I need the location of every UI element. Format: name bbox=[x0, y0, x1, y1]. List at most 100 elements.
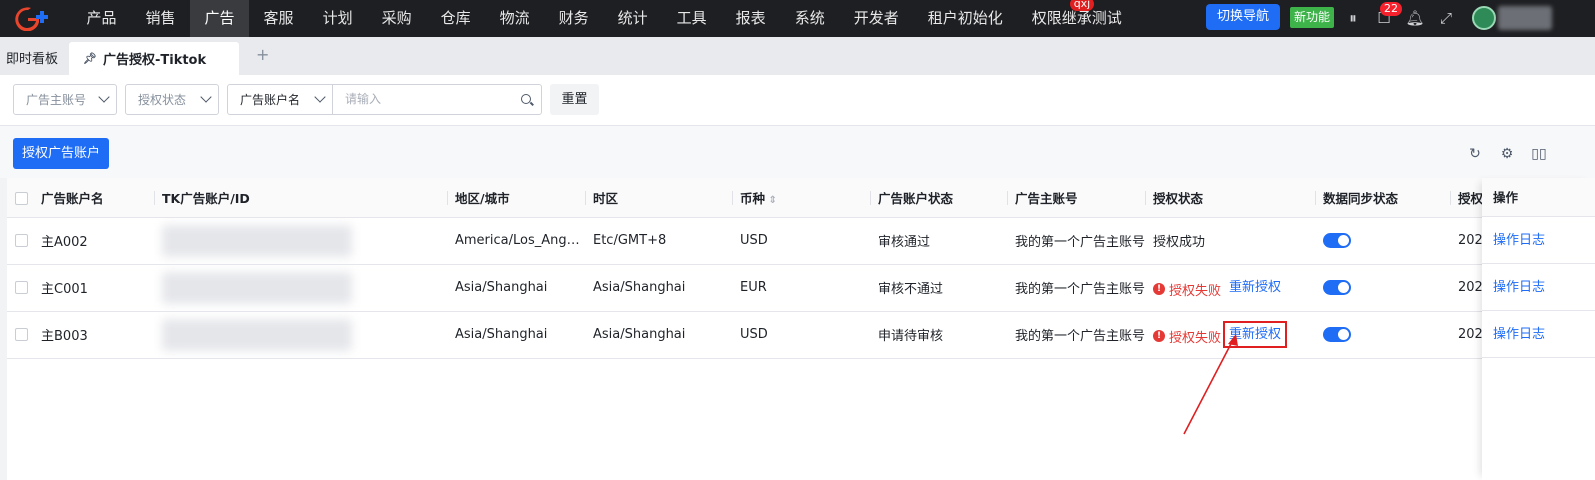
columns-icon[interactable]: ▯▯ bbox=[1530, 145, 1548, 163]
nav-item-label: 开发者 bbox=[853, 9, 899, 27]
operation-log-link[interactable]: 操作日志 bbox=[1493, 280, 1545, 295]
nav-item[interactable]: 权限继承测试 qxj bbox=[1017, 0, 1136, 37]
fullscreen-icon[interactable]: ⤢ bbox=[1436, 8, 1456, 28]
nav-item[interactable]: 开发者 bbox=[839, 0, 913, 37]
data-sync-toggle[interactable] bbox=[1323, 280, 1351, 295]
avatar[interactable] bbox=[1472, 6, 1496, 30]
tab-tiktok-ad-authorization[interactable]: 📌︎ 广告授权-Tiktok bbox=[69, 42, 239, 75]
table-cell bbox=[7, 217, 33, 265]
nav-item[interactable]: 物流 bbox=[485, 0, 544, 37]
sort-icon[interactable]: ⇕ bbox=[765, 195, 776, 206]
brand-logo-icon bbox=[15, 6, 48, 31]
table-cell bbox=[1315, 311, 1450, 359]
tab-dashboard[interactable]: 即时看板 bbox=[6, 48, 58, 67]
table-cell: 主C001 bbox=[33, 264, 154, 312]
row-checkbox[interactable] bbox=[15, 281, 28, 294]
column-separator bbox=[1145, 191, 1146, 205]
nav-item[interactable]: 产品 bbox=[72, 0, 131, 37]
column-separator bbox=[447, 191, 448, 205]
authorize-ad-account-button[interactable]: 授权广告账户 bbox=[13, 138, 109, 169]
nav-item[interactable]: 报表 bbox=[721, 0, 780, 37]
nav-item-label: 工具 bbox=[676, 9, 707, 27]
table-cell: ! 授权失败 重新授权 bbox=[1145, 264, 1315, 312]
column-header-operations: 操作 bbox=[1482, 178, 1595, 217]
add-tab-button[interactable]: + bbox=[256, 45, 269, 64]
column-header-label: 时区 bbox=[593, 190, 619, 206]
select-all-checkbox[interactable] bbox=[15, 191, 28, 205]
region: Asia/Shanghai bbox=[455, 327, 548, 342]
table-cell: 主A002 bbox=[33, 217, 154, 265]
column-header[interactable]: 币种 ⇕ bbox=[732, 178, 870, 218]
table-cell: Etc/GMT+8 bbox=[585, 217, 732, 265]
nav-item-label: 权限继承测试 bbox=[1031, 9, 1122, 27]
refresh-icon[interactable]: ↻ bbox=[1466, 145, 1484, 163]
table-cell: 审核不通过 bbox=[870, 264, 1007, 312]
reset-button[interactable]: 重置 bbox=[550, 84, 599, 115]
table-row: 主A002 America/Los_Angeles Etc/GMT+8 USD 审核通过… bbox=[7, 217, 1595, 265]
new-feature-button[interactable]: 新功能 bbox=[1290, 7, 1335, 28]
nav-item[interactable]: 仓库 bbox=[426, 0, 485, 37]
error-icon: ! bbox=[1153, 330, 1165, 343]
nav-item-label: 产品 bbox=[86, 9, 117, 27]
table-cell: Asia/Shanghai bbox=[585, 311, 732, 359]
nav-item[interactable]: 客服 bbox=[249, 0, 308, 37]
search-placeholder: 请输入 bbox=[345, 92, 382, 106]
switch-navigation-button[interactable]: 切换导航 bbox=[1206, 4, 1281, 30]
auth-failed-status: ! 授权失败 bbox=[1153, 327, 1221, 346]
ad-accounts-table: 广告账户名 TK广告账户/ID 地区/城市 时区 币种 ⇕ 广告账户状态 广告主账号 授权状态… bbox=[7, 178, 1595, 480]
username-redacted[interactable] bbox=[1498, 6, 1552, 30]
tk-account-id-redacted bbox=[162, 271, 352, 304]
column-header-label: 数据同步状态 bbox=[1323, 190, 1399, 206]
operations-cell: 操作日志 bbox=[1482, 217, 1595, 264]
nav-item[interactable]: 租户初始化 bbox=[913, 0, 1017, 37]
column-separator bbox=[154, 191, 155, 205]
column-header-label: 广告账户状态 bbox=[878, 190, 954, 206]
nav-item[interactable]: 系统 bbox=[780, 0, 839, 37]
reauthorize-link[interactable]: 重新授权 bbox=[1223, 321, 1288, 349]
logo[interactable] bbox=[0, 0, 72, 37]
bell-icon[interactable]: 🔔︎ bbox=[1405, 8, 1425, 28]
data-sync-toggle[interactable] bbox=[1323, 233, 1351, 248]
nav-item[interactable]: 财务 bbox=[544, 0, 603, 37]
tk-account-id-redacted bbox=[162, 318, 352, 351]
column-header-label: 广告账户名 bbox=[41, 190, 104, 206]
search-icon[interactable] bbox=[521, 94, 531, 104]
nav-item[interactable]: 采购 bbox=[367, 0, 426, 37]
column-header-label: 币种 bbox=[740, 190, 766, 206]
chevron-down-icon bbox=[98, 91, 110, 103]
reauthorize-link[interactable]: 重新授权 bbox=[1229, 280, 1281, 295]
top-navigation-bar: 产品 销售 广告 客服 计划 采购 仓库 物流 财务 统计 工具 报表 系统 开发者 租户初始化 权限继承测试… bbox=[0, 0, 1595, 37]
table-cell: ! 授权失败 重新授权 bbox=[1145, 311, 1315, 359]
operation-log-link[interactable]: 操作日志 bbox=[1493, 327, 1545, 342]
search-field-select[interactable]: 广告账户名 bbox=[227, 84, 333, 115]
chevron-down-icon bbox=[200, 91, 212, 103]
account-status: 审核不通过 bbox=[878, 282, 944, 297]
notification-count-badge: 22 bbox=[1380, 2, 1402, 16]
row-checkbox[interactable] bbox=[15, 328, 28, 341]
timezone: Asia/Shanghai bbox=[593, 327, 686, 342]
nav-item[interactable]: 工具 bbox=[662, 0, 721, 37]
pin-icon[interactable]: 📌︎ bbox=[83, 52, 97, 65]
table-cell: 我的第一个广告主账号 bbox=[1007, 311, 1145, 359]
pause-circle-icon[interactable]: ⏸ bbox=[1343, 8, 1363, 28]
table-cell bbox=[1315, 217, 1450, 265]
currency: EUR bbox=[740, 280, 767, 295]
row-checkbox[interactable] bbox=[15, 234, 28, 247]
data-sync-toggle[interactable] bbox=[1323, 327, 1351, 342]
operation-log-link[interactable]: 操作日志 bbox=[1493, 233, 1545, 248]
nav-item-label: 销售 bbox=[145, 9, 176, 27]
nav-item[interactable]: 销售 bbox=[131, 0, 190, 37]
advertiser-account: 我的第一个广告主账号 bbox=[1015, 282, 1145, 297]
table-cell bbox=[154, 264, 447, 312]
select-placeholder: 授权状态 bbox=[138, 93, 187, 107]
column-header: 广告主账号 bbox=[1007, 178, 1145, 218]
search-input[interactable]: 请输入 bbox=[333, 84, 542, 115]
settings-icon[interactable]: ⚙ bbox=[1498, 145, 1516, 163]
nav-item[interactable]: 统计 bbox=[603, 0, 662, 37]
table-cell: America/Los_Angeles bbox=[447, 217, 585, 265]
nav-item[interactable]: 广告 bbox=[190, 0, 250, 37]
advertiser-account-select[interactable]: 广告主账号 bbox=[13, 84, 117, 115]
column-header-label: 地区/城市 bbox=[455, 190, 510, 206]
auth-status-select[interactable]: 授权状态 bbox=[125, 84, 219, 115]
nav-item[interactable]: 计划 bbox=[308, 0, 367, 37]
